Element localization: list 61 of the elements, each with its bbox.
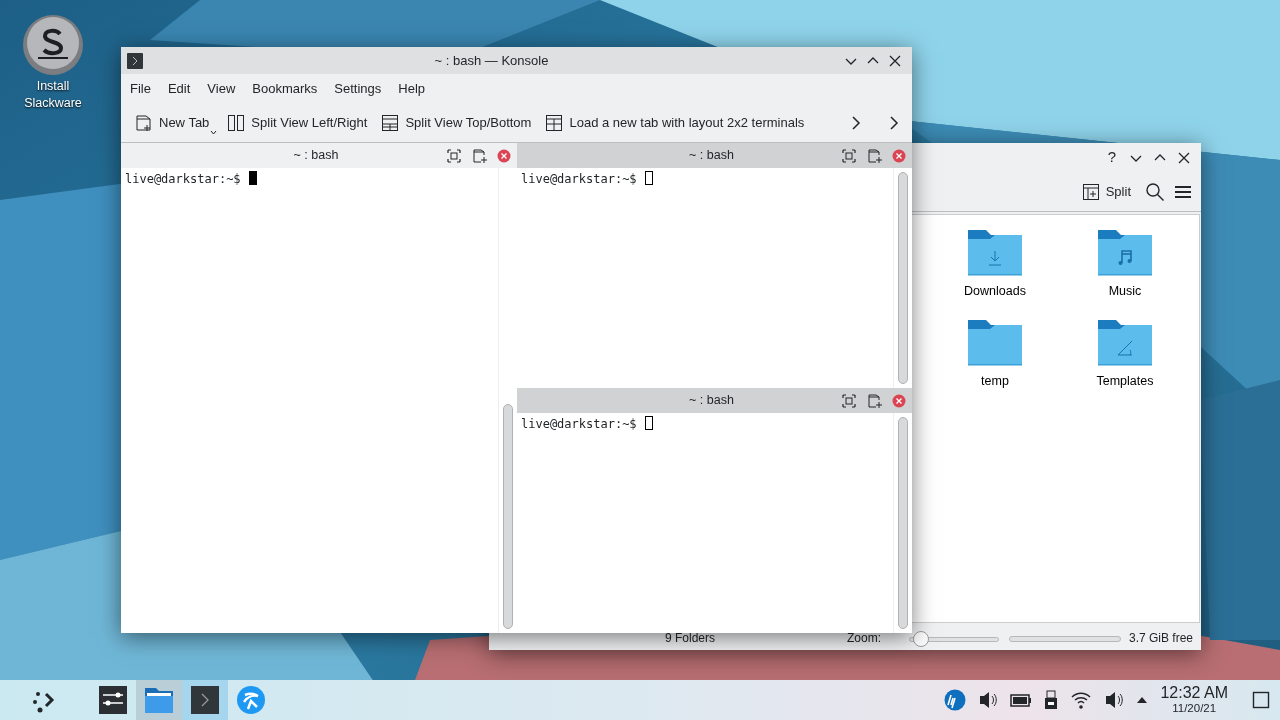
- show-desktop-icon[interactable]: [1252, 691, 1270, 709]
- speaker-icon[interactable]: [1104, 689, 1125, 711]
- usb-drive-icon[interactable]: [1044, 689, 1059, 711]
- folder-item[interactable]: temp: [930, 317, 1060, 407]
- detach-tab-icon[interactable]: [866, 146, 884, 165]
- menu-item[interactable]: Help: [390, 76, 434, 101]
- split-left-right-icon: [227, 113, 246, 132]
- maximize-pane-icon[interactable]: [840, 391, 858, 410]
- folder-item[interactable]: Music: [1060, 227, 1190, 317]
- menu-item[interactable]: View: [199, 76, 244, 101]
- prompt-text: live@darkstar:~$: [521, 416, 637, 433]
- globe-icon: [236, 685, 266, 715]
- maximize-pane-icon[interactable]: [840, 146, 858, 165]
- prompt-text: live@darkstar:~$: [521, 171, 637, 188]
- menu-item[interactable]: File: [122, 76, 159, 101]
- toolbar-button[interactable]: Load a new tab with layout 2x2 terminals: [539, 108, 811, 137]
- hp-logo-icon[interactable]: [944, 689, 967, 711]
- toolbar-button[interactable]: Split View Left/Right: [221, 108, 374, 137]
- pane-header[interactable]: ~ : bash: [517, 143, 912, 168]
- scrollbar[interactable]: [898, 417, 908, 629]
- maximize-pane-icon[interactable]: [445, 146, 463, 165]
- taskbar-item[interactable]: [182, 680, 228, 720]
- status-text: 9 Folders: [665, 630, 716, 647]
- detach-tab-icon[interactable]: [866, 391, 884, 410]
- grid-layout-icon: [545, 113, 564, 132]
- sliders-icon: [98, 685, 128, 715]
- expand-arrow-icon[interactable]: [1136, 696, 1149, 704]
- pane-header[interactable]: ~ : bash: [517, 388, 912, 413]
- taskbar-item[interactable]: [136, 680, 182, 720]
- toolbar-button[interactable]: Split View Top/Bottom: [375, 108, 538, 137]
- split-top-bottom-icon: [381, 113, 400, 132]
- menu-item[interactable]: Settings: [326, 76, 390, 101]
- folder-icon: [144, 685, 174, 715]
- detach-tab-icon[interactable]: [471, 146, 489, 165]
- toolbar-button[interactable]: New Tab: [129, 108, 216, 137]
- folder-icon[interactable]: [967, 318, 1023, 368]
- folder-item[interactable]: Templates: [1060, 317, 1190, 407]
- split-icon: [1081, 182, 1100, 201]
- help-button[interactable]: ?: [1101, 146, 1123, 169]
- slackware-logo-icon[interactable]: [22, 14, 84, 76]
- terminal-app-icon: [127, 52, 143, 69]
- folder-icon[interactable]: [967, 228, 1023, 278]
- folder-icon[interactable]: [1097, 318, 1153, 368]
- free-space-text: 3.7 GiB free: [1128, 630, 1193, 647]
- search-icon[interactable]: [1145, 181, 1165, 202]
- clock[interactable]: 12:32 AM 11/20/21: [1160, 685, 1228, 715]
- prompt-text: live@darkstar:~$: [125, 171, 241, 188]
- new-tab-icon: [135, 113, 153, 132]
- folder-icon[interactable]: [1097, 228, 1153, 278]
- desktop-icon-label[interactable]: Install Slackware: [10, 78, 96, 112]
- zoom-label: Zoom:: [846, 630, 881, 647]
- scrollbar[interactable]: [898, 172, 908, 384]
- split-button[interactable]: Split: [1075, 177, 1137, 206]
- terminal-icon: [190, 685, 220, 715]
- scrollbar[interactable]: [503, 404, 513, 629]
- menu-item[interactable]: Edit: [159, 76, 199, 101]
- window-title: ~ : bash — Konsole: [433, 51, 550, 70]
- menu-item[interactable]: Bookmarks: [244, 76, 326, 101]
- folder-item[interactable]: Downloads: [930, 227, 1060, 317]
- speaker-icon[interactable]: [978, 689, 999, 711]
- zoom-slider[interactable]: [908, 631, 999, 647]
